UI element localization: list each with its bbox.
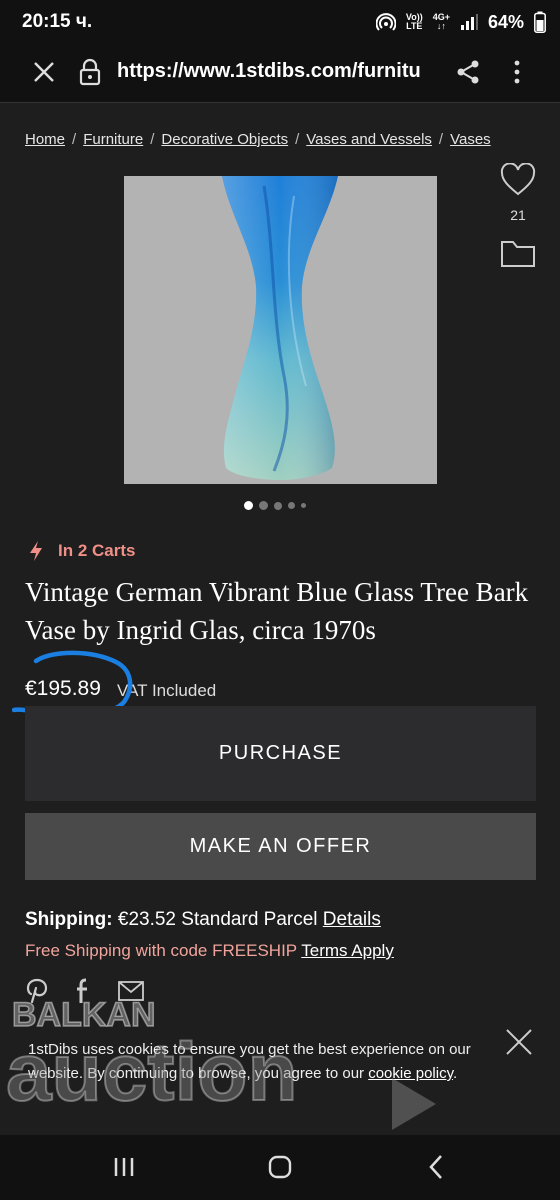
shipping-value: €23.52 Standard Parcel <box>117 909 318 930</box>
back-icon[interactable] <box>426 1153 446 1181</box>
breadcrumb-separator: / <box>295 131 300 148</box>
social-share <box>26 978 144 1004</box>
email-icon[interactable] <box>118 981 144 1001</box>
carousel-dot[interactable] <box>274 501 282 510</box>
android-nav-bar <box>0 1135 560 1200</box>
folder-icon[interactable] <box>500 238 536 268</box>
breadcrumb: Home / Furniture / Decorative Objects / Vases … <box>25 131 491 148</box>
breadcrumb-vases[interactable]: Vases <box>450 131 491 148</box>
in-carts-label: In 2 Carts <box>58 541 136 560</box>
terms-apply-link[interactable]: Terms Apply <box>301 941 394 960</box>
breadcrumb-separator: / <box>438 131 444 148</box>
data-arrows-icon: ↓↑ <box>436 21 446 31</box>
lte-label: LTE <box>406 21 423 31</box>
shipping-details-link[interactable]: Details <box>323 909 381 930</box>
facebook-icon[interactable] <box>74 978 92 1004</box>
breadcrumb-vases-and-vessels[interactable]: Vases and Vessels <box>306 131 432 148</box>
breadcrumb-furniture[interactable]: Furniture <box>83 131 143 148</box>
cookie-period: . <box>452 1065 458 1082</box>
carousel-dots <box>244 501 306 510</box>
network-indicator: 4G+ ↓↑ <box>433 13 450 31</box>
url-field[interactable]: https://www.1stdibs.com/furnitu <box>117 60 435 83</box>
product-title: Vintage German Vibrant Blue Glass Tree B… <box>25 577 529 645</box>
battery-icon <box>534 11 546 33</box>
promo-text: Free Shipping with code FREESHIP <box>25 941 297 960</box>
hotspot-icon <box>375 13 396 31</box>
vase-image <box>222 176 338 480</box>
volte-indicator: Vo)) LTE <box>406 13 423 31</box>
browser-toolbar: https://www.1stdibs.com/furnitu <box>0 44 560 103</box>
share-icon[interactable] <box>454 58 482 86</box>
breadcrumb-separator: / <box>72 131 77 148</box>
favorite-heart-icon[interactable] <box>500 163 536 197</box>
cookie-text: 1stDibs uses cookies to ensure you get t… <box>28 1038 478 1086</box>
home-icon[interactable] <box>268 1155 292 1179</box>
shipping-label: Shipping: <box>25 909 113 930</box>
in-carts-badge: In 2 Carts <box>28 540 135 562</box>
shipping-info: Shipping: €23.52 Standard Parcel Details <box>25 909 381 931</box>
breadcrumb-decorative-objects[interactable]: Decorative Objects <box>161 131 288 148</box>
lightning-icon <box>30 541 42 561</box>
make-offer-button[interactable]: MAKE AN OFFER <box>25 813 536 880</box>
status-time: 20:15 ч. <box>22 11 93 32</box>
recent-apps-icon[interactable] <box>110 1155 138 1179</box>
carousel-dot[interactable] <box>288 502 295 509</box>
status-icons: Vo)) LTE 4G+ ↓↑ 64% <box>375 11 546 33</box>
breadcrumb-separator: / <box>150 131 155 148</box>
carousel-dot[interactable] <box>244 501 253 510</box>
breadcrumb-home[interactable]: Home <box>25 131 65 148</box>
cookie-banner: 1stDibs uses cookies to ensure you get t… <box>0 1015 560 1135</box>
overflow-menu-icon[interactable] <box>505 58 529 86</box>
purchase-button[interactable]: PURCHASE <box>25 706 536 801</box>
status-bar: 20:15 ч. Vo)) LTE 4G+ ↓↑ 64% <box>0 0 560 44</box>
carousel-dot[interactable] <box>301 503 306 508</box>
cookie-close-icon[interactable] <box>504 1027 534 1057</box>
battery-percent: 64% <box>487 11 524 32</box>
product-image[interactable] <box>124 176 437 484</box>
carousel-dot[interactable] <box>259 501 268 510</box>
favorite-count: 21 <box>510 207 526 223</box>
pinterest-icon[interactable] <box>26 978 48 1004</box>
lock-icon[interactable] <box>78 58 102 86</box>
signal-icon <box>460 14 478 30</box>
free-shipping-promo: Free Shipping with code FREESHIP Terms A… <box>25 941 394 961</box>
cookie-policy-link[interactable]: cookie policy <box>368 1065 453 1082</box>
close-icon[interactable] <box>30 58 58 86</box>
product-page: Home / Furniture / Decorative Objects / Vases … <box>0 103 560 1135</box>
